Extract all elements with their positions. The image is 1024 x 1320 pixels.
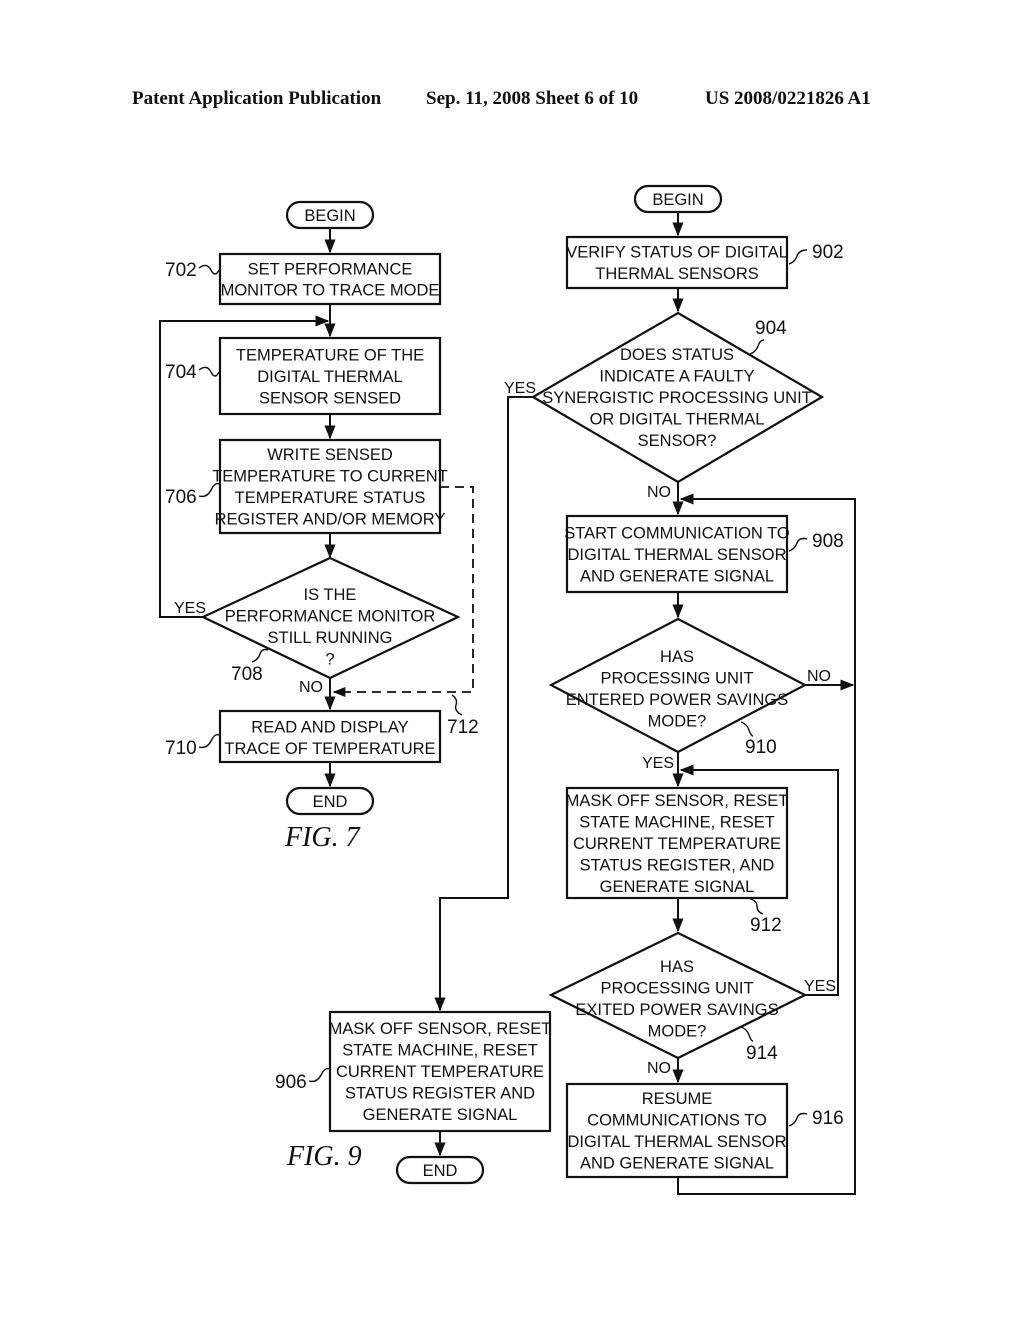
text-line: PERFORMANCE MONITOR	[225, 607, 436, 625]
text-line: HAS	[660, 648, 694, 666]
leader-904	[749, 339, 765, 355]
leader-708	[251, 648, 269, 663]
yes-label-708: YES	[174, 600, 206, 617]
leader-912	[746, 897, 764, 915]
fig9-begin-label: BEGIN	[652, 191, 703, 209]
yes-label-914: YES	[804, 978, 836, 995]
fig7-diagram: BEGIN SET PERFORMANCE MONITOR TO TRACE MO…	[159, 200, 479, 853]
leader-914	[740, 1026, 754, 1042]
fig9-end-label: END	[423, 1162, 458, 1180]
no-label-904: NO	[647, 484, 671, 501]
text-line: DIGITAL THERMAL SENSOR	[567, 1133, 786, 1151]
text-line: THERMAL SENSORS	[595, 265, 759, 283]
text-line: SENSOR?	[638, 432, 717, 450]
fig9-caption: FIG. 9	[286, 1141, 362, 1172]
text-line: SYNERGISTIC PROCESSING UNIT	[542, 389, 812, 407]
text-line: PROCESSING UNIT	[600, 669, 753, 687]
text-line: START COMMUNICATION TO	[564, 525, 790, 543]
leader-712	[451, 694, 463, 716]
text-line: IS THE	[304, 586, 357, 604]
text-line: READ AND DISPLAY	[251, 718, 408, 736]
yes-label-910: YES	[642, 755, 674, 772]
text-line: AND GENERATE SIGNAL	[580, 568, 774, 586]
ref-702: 702	[165, 260, 197, 281]
text-line: MASK OFF SENSOR, RESET	[329, 1020, 552, 1038]
ref-904: 904	[755, 318, 787, 339]
text-line: STATE MACHINE, RESET	[579, 814, 775, 832]
leader-908	[788, 537, 808, 552]
text-line: PROCESSING UNIT	[600, 979, 753, 997]
text-line: AND GENERATE SIGNAL	[580, 1154, 774, 1172]
text-line: DOES STATUS	[620, 346, 734, 364]
text-line: ?	[325, 650, 334, 668]
text-line: HAS	[660, 958, 694, 976]
decision-904-text: DOES STATUS INDICATE A FAULTY SYNERGISTIC …	[542, 346, 812, 450]
ref-908: 908	[812, 531, 844, 552]
fig7-caption: FIG. 7	[284, 822, 361, 853]
ref-710: 710	[165, 738, 197, 759]
step-908-text: START COMMUNICATION TO DIGITAL THERMAL SE…	[564, 525, 790, 586]
leader-710	[198, 733, 220, 749]
text-line: INDICATE A FAULTY	[599, 368, 754, 386]
leader-916	[788, 1112, 808, 1127]
text-line: TEMPERATURE TO CURRENT	[212, 467, 448, 485]
text-line: TEMPERATURE OF THE	[236, 347, 424, 365]
text-line: RESUME	[642, 1090, 713, 1108]
text-line: MASK OFF SENSOR, RESET	[566, 792, 789, 810]
ref-902: 902	[812, 242, 844, 263]
ref-910: 910	[745, 737, 777, 758]
text-line: WRITE SENSED	[267, 446, 393, 464]
text-line: TRACE OF TEMPERATURE	[224, 740, 435, 758]
ref-706: 706	[165, 487, 197, 508]
flowchart-canvas: BEGIN SET PERFORMANCE MONITOR TO TRACE MO…	[159, 184, 856, 1195]
text-line: GENERATE SIGNAL	[363, 1106, 518, 1124]
text-line: MODE?	[648, 1022, 707, 1040]
text-line: VERIFY STATUS OF DIGITAL	[566, 243, 788, 261]
leader-910	[740, 721, 754, 737]
text-line: TEMPERATURE STATUS	[235, 489, 426, 507]
leader-906	[308, 1067, 330, 1083]
text-line: REGISTER AND/OR MEMORY	[215, 510, 446, 528]
text-line: SENSOR SENSED	[259, 390, 401, 408]
text-line: MONITOR TO TRACE MODE	[221, 282, 440, 300]
no-label-910: NO	[807, 668, 831, 685]
text-line: GENERATE SIGNAL	[600, 878, 755, 896]
fig7-begin-label: BEGIN	[304, 207, 355, 225]
text-line: CURRENT TEMPERATURE	[336, 1063, 544, 1081]
text-line: STATUS REGISTER, AND	[580, 857, 775, 875]
text-line: DIGITAL THERMAL	[257, 368, 402, 386]
text-line: CURRENT TEMPERATURE	[573, 835, 781, 853]
text-line: MODE?	[648, 712, 707, 730]
ref-708: 708	[231, 664, 263, 685]
ref-906: 906	[275, 1072, 307, 1093]
text-line: OR DIGITAL THERMAL	[590, 411, 765, 429]
text-line: COMMUNICATIONS TO	[587, 1111, 767, 1129]
leader-902	[788, 249, 808, 265]
ref-712: 712	[447, 717, 479, 738]
text-line: STILL RUNNING	[268, 629, 393, 647]
ref-704: 704	[165, 362, 197, 383]
ref-912: 912	[750, 915, 782, 936]
ref-914: 914	[746, 1043, 778, 1064]
yes-label-904: YES	[504, 380, 536, 397]
text-line: EXITED POWER SAVINGS	[575, 1001, 778, 1019]
yes-path-904	[434, 396, 533, 1012]
no-label-708: NO	[299, 679, 323, 696]
step-704-text: TEMPERATURE OF THE DIGITAL THERMAL SENSOR …	[236, 347, 424, 408]
text-line: STATE MACHINE, RESET	[342, 1042, 538, 1060]
text-line: ENTERED POWER SAVINGS	[566, 691, 788, 709]
no-label-914: NO	[647, 1060, 671, 1077]
text-line: SET PERFORMANCE	[248, 261, 413, 279]
ref-916: 916	[812, 1108, 844, 1129]
leader-704	[198, 366, 220, 377]
leader-702	[198, 264, 220, 275]
text-line: STATUS REGISTER AND	[345, 1085, 535, 1103]
fig7-end-label: END	[313, 793, 348, 811]
leader-706	[198, 482, 220, 498]
text-line: DIGITAL THERMAL SENSOR	[567, 546, 786, 564]
